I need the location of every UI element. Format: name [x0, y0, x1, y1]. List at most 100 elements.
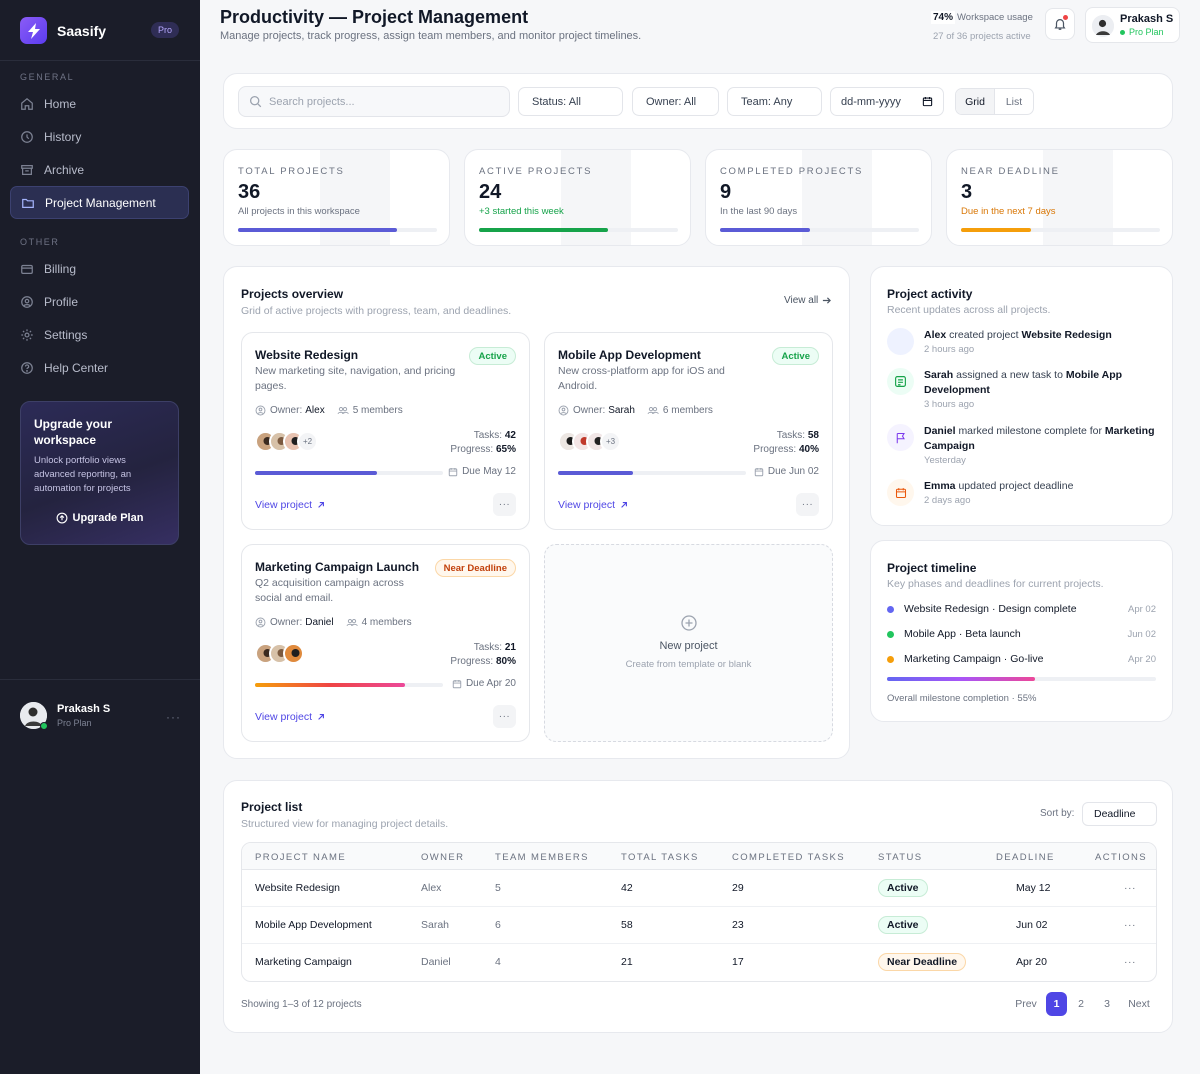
- new-project-title: New project: [659, 640, 718, 652]
- sidebar-item-history[interactable]: History: [10, 121, 189, 153]
- sidebar-item-settings[interactable]: Settings: [10, 319, 189, 351]
- column-header[interactable]: TOTAL TASKS: [621, 852, 699, 863]
- brand-name: Saasify: [57, 22, 107, 39]
- row-actions-button[interactable]: ···: [1124, 919, 1136, 931]
- timeline-date: Jun 02: [1127, 628, 1156, 640]
- sidebar-user[interactable]: Prakash S Pro Plan: [20, 702, 110, 730]
- due-date: Due Jun 02: [754, 466, 819, 477]
- activity-item: Emma updated project deadline 2 days ago: [887, 479, 1164, 506]
- sidebar-item-archive[interactable]: Archive: [10, 154, 189, 186]
- stat-value: 24: [479, 181, 502, 203]
- column-header[interactable]: COMPLETED TASKS: [732, 852, 845, 863]
- activity-action: assigned a new task to: [956, 369, 1063, 381]
- owner-name: Daniel: [305, 617, 334, 628]
- prev-page-button[interactable]: Prev: [1009, 992, 1043, 1016]
- table-row[interactable]: Mobile App Development Sarah 6 58 23 Act…: [242, 907, 1156, 944]
- project-card[interactable]: Mobile App Development New cross-platfor…: [544, 332, 833, 530]
- table-row[interactable]: Website Redesign Alex 5 42 29 Active May…: [242, 870, 1156, 907]
- timeline-item: Website Redesign · Design complete Apr 0…: [887, 603, 1156, 615]
- status-filter[interactable]: Status: All: [518, 87, 623, 116]
- sidebar: Saasify Pro GENERAL Home History Archive…: [0, 0, 200, 1074]
- project-card[interactable]: Website Redesign New marketing site, nav…: [241, 332, 530, 530]
- team-filter[interactable]: Team: Any: [727, 87, 822, 116]
- cell-completed-tasks: 29: [732, 882, 744, 894]
- notifications-button[interactable]: [1045, 8, 1075, 40]
- user-menu[interactable]: Prakash S Pro Plan: [1085, 7, 1180, 43]
- more-options-button[interactable]: ···: [493, 705, 516, 728]
- column-header[interactable]: STATUS: [878, 852, 922, 863]
- table-row[interactable]: Marketing Campaign Daniel 4 21 17 Near D…: [242, 944, 1156, 981]
- arrow-right-icon: [823, 297, 832, 304]
- stat-progress: [720, 228, 919, 232]
- due-date-label: Due Jun 02: [767, 466, 819, 477]
- view-project-link[interactable]: View project: [255, 499, 325, 511]
- more-options-button[interactable]: ···: [796, 493, 819, 516]
- due-date: Due May 12: [448, 466, 516, 477]
- row-actions-button[interactable]: ···: [1124, 956, 1136, 968]
- cell-project-name: Marketing Campaign: [255, 956, 352, 968]
- more-icon[interactable]: ···: [166, 710, 181, 724]
- project-title: Mobile App Development: [558, 348, 701, 362]
- sidebar-item-label: Project Management: [45, 195, 156, 210]
- search-box[interactable]: [238, 86, 510, 117]
- timeline-label: Website Redesign · Design complete: [904, 603, 1077, 615]
- user-icon: [21, 296, 33, 308]
- users-icon: [337, 407, 349, 415]
- external-arrow-icon: [318, 714, 324, 720]
- sidebar-user-plan: Pro Plan: [57, 718, 92, 728]
- more-members-count: +2: [297, 431, 318, 452]
- column-header[interactable]: ACTIONS: [1095, 852, 1147, 863]
- new-project-card[interactable]: New project Create from template or blan…: [544, 544, 833, 742]
- column-header[interactable]: DEADLINE: [996, 852, 1055, 863]
- divider: [0, 60, 200, 61]
- view-all-link[interactable]: View all: [784, 295, 832, 306]
- view-project-link[interactable]: View project: [255, 711, 325, 723]
- activity-time: 3 hours ago: [924, 399, 975, 410]
- brand[interactable]: Saasify: [20, 17, 106, 44]
- showing-count: Showing 1–3 of 12 projects: [241, 999, 362, 1010]
- sidebar-item-project-management[interactable]: Project Management: [10, 186, 189, 219]
- due-date-label: Due Apr 20: [465, 678, 516, 689]
- next-page-button[interactable]: Next: [1122, 992, 1156, 1016]
- section-subtitle: Recent updates across all projects.: [887, 304, 1051, 316]
- flag-icon: [887, 424, 914, 451]
- usage-label: Workspace usage: [957, 12, 1033, 23]
- project-timeline: Project timeline Key phases and deadline…: [870, 540, 1173, 722]
- row-actions-button[interactable]: ···: [1124, 882, 1136, 894]
- stat-note: In the last 90 days: [720, 206, 798, 217]
- status-badge: Active: [772, 347, 819, 365]
- sidebar-item-billing[interactable]: Billing: [10, 253, 189, 285]
- column-header[interactable]: PROJECT NAME: [255, 852, 346, 863]
- sidebar-item-help-center[interactable]: Help Center: [10, 352, 189, 384]
- sort-select[interactable]: Deadline: [1082, 802, 1157, 826]
- search-input[interactable]: [269, 95, 489, 108]
- progress-fill: [255, 471, 378, 475]
- page-button-3[interactable]: 3: [1097, 992, 1117, 1016]
- more-options-button[interactable]: ···: [493, 493, 516, 516]
- column-header[interactable]: OWNER: [421, 852, 464, 863]
- stat-progress-fill: [961, 228, 1031, 232]
- timeline-dot: [887, 655, 894, 663]
- sidebar-item-profile[interactable]: Profile: [10, 286, 189, 318]
- project-card[interactable]: Marketing Campaign Launch Q2 acquisition…: [241, 544, 530, 742]
- stat-card-active: ACTIVE PROJECTS 24 +3 started this week: [464, 149, 691, 246]
- owner-filter[interactable]: Owner: All: [632, 87, 719, 116]
- page-button-1[interactable]: 1: [1046, 992, 1067, 1016]
- grid-view-button[interactable]: Grid: [956, 89, 995, 114]
- upgrade-plan-button[interactable]: Upgrade Plan: [21, 512, 178, 524]
- user-icon: [558, 405, 569, 416]
- list-view-button[interactable]: List: [995, 89, 1033, 114]
- date-filter[interactable]: dd-mm-yyyy: [830, 87, 944, 116]
- progress-label: Progress:: [753, 444, 797, 455]
- view-toggle: Grid List: [955, 88, 1034, 115]
- view-project-link[interactable]: View project: [558, 499, 628, 511]
- stat-card-total: TOTAL PROJECTS 36 All projects in this w…: [223, 149, 450, 246]
- calendar-icon: [887, 479, 914, 506]
- column-header[interactable]: TEAM MEMBERS: [495, 852, 589, 863]
- activity-time: Yesterday: [924, 455, 966, 466]
- cell-deadline: May 12: [1016, 882, 1051, 894]
- page-button-2[interactable]: 2: [1071, 992, 1091, 1016]
- sidebar-item-home[interactable]: Home: [10, 88, 189, 120]
- section-subtitle: Structured view for managing project det…: [241, 818, 449, 830]
- pro-badge: Pro: [151, 22, 180, 38]
